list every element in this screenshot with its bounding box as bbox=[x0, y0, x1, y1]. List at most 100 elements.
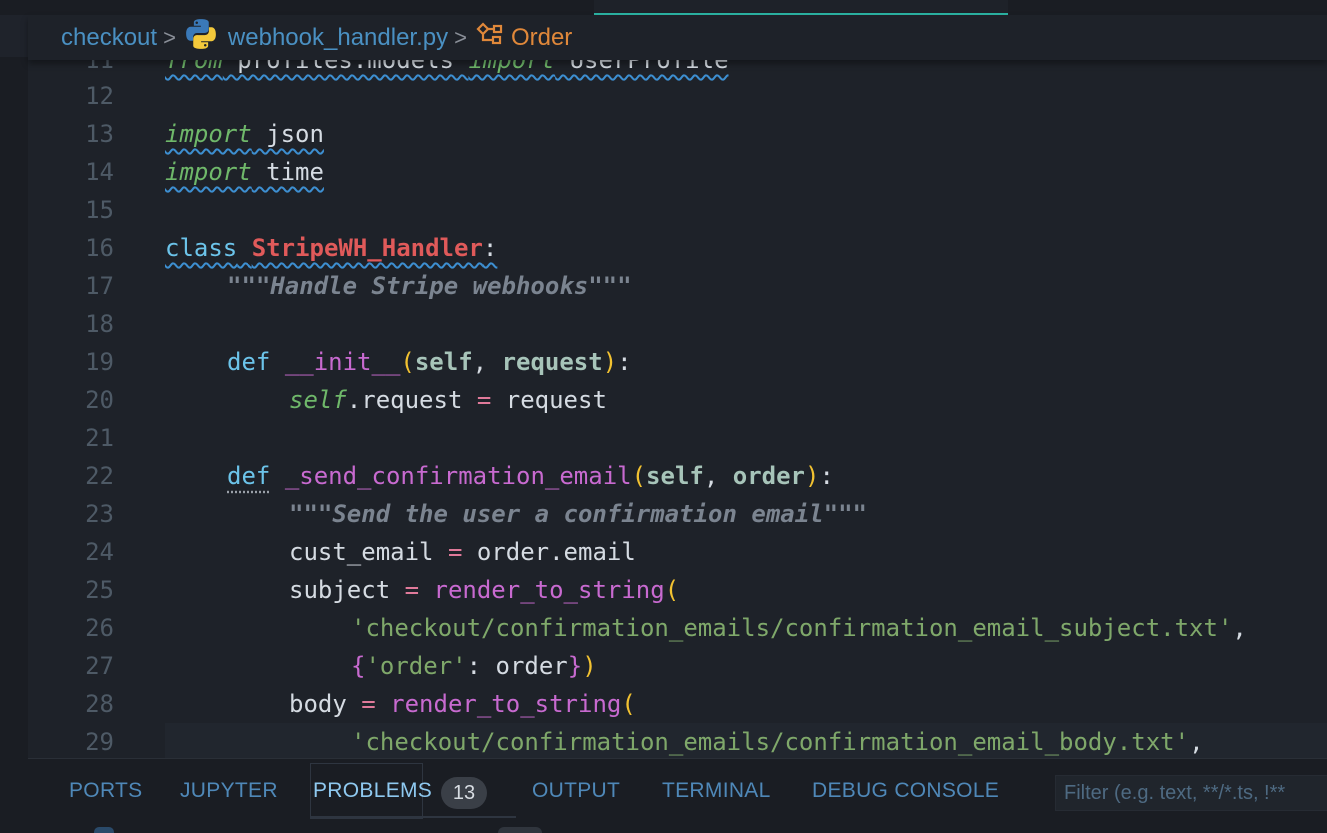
code-line: 13 import json bbox=[28, 115, 1327, 153]
code-text[interactable]: 'checkout/confirmation_emails/confirmati… bbox=[351, 723, 1204, 758]
tab-debug-console[interactable]: DEBUG CONSOLE bbox=[812, 779, 999, 803]
active-tab-underline bbox=[310, 816, 516, 818]
bottom-panel: PORTS JUPYTER PROBLEMS 13 OUTPUT TERMINA… bbox=[28, 758, 1327, 833]
comma: , bbox=[472, 348, 502, 376]
line-number: 12 bbox=[85, 82, 114, 110]
active-tab[interactable] bbox=[594, 0, 1008, 13]
line-number: 22 bbox=[85, 462, 114, 490]
variable: cust_email bbox=[289, 538, 448, 566]
line-number: 29 bbox=[85, 728, 114, 756]
code-line: 23 """Send the user a confirmation email… bbox=[28, 495, 1327, 533]
problems-filter-input[interactable]: Filter (e.g. text, **/*.ts, !** bbox=[1055, 775, 1327, 811]
panel-row-badge bbox=[498, 827, 542, 833]
line-number: 25 bbox=[85, 576, 114, 604]
paren: ( bbox=[631, 462, 647, 490]
keyword: def bbox=[227, 348, 271, 376]
code-text[interactable]: """Send the user a confirmation email""" bbox=[289, 495, 867, 533]
docstring: """Handle Stripe webhooks""" bbox=[227, 272, 632, 300]
code-text[interactable]: import json bbox=[165, 115, 324, 153]
operator: = bbox=[404, 576, 420, 604]
string-literal: 'checkout/confirmation_emails/confirmati… bbox=[351, 728, 1190, 756]
code-text[interactable]: def __init__(self, request): bbox=[227, 343, 632, 381]
paren: ( bbox=[664, 576, 680, 604]
code-text[interactable]: self.request = request bbox=[289, 381, 607, 419]
operator: = bbox=[476, 386, 492, 414]
code-text[interactable]: cust_email = order.email bbox=[289, 533, 636, 571]
code-line: 29 'checkout/confirmation_emails/confirm… bbox=[28, 723, 1327, 758]
module-name: json bbox=[251, 120, 324, 148]
line-number: 19 bbox=[85, 348, 114, 376]
code-line: 22 def _send_confirmation_email(self, or… bbox=[28, 457, 1327, 495]
tab-ports[interactable]: PORTS bbox=[69, 779, 142, 803]
dict-value: : order bbox=[466, 652, 568, 680]
code-text[interactable]: """Handle Stripe webhooks""" bbox=[227, 267, 632, 305]
breadcrumb-file[interactable]: webhook_handler.py bbox=[228, 24, 448, 52]
paren: ) bbox=[805, 462, 820, 490]
chevron-right-icon: > bbox=[163, 24, 176, 50]
code-line: 15 bbox=[28, 191, 1327, 229]
line-number: 21 bbox=[85, 424, 114, 452]
colon: : bbox=[819, 462, 834, 490]
brace: } bbox=[567, 652, 583, 680]
code-text[interactable]: subject = render_to_string( bbox=[289, 571, 679, 609]
line-number: 27 bbox=[85, 652, 114, 680]
line-number: 17 bbox=[85, 272, 114, 300]
parameter: self bbox=[646, 462, 704, 490]
class-symbol-icon bbox=[475, 19, 511, 56]
keyword: class bbox=[165, 234, 238, 262]
function-call: render_to_string bbox=[419, 576, 665, 604]
code-text[interactable]: class StripeWH_Handler: bbox=[165, 229, 497, 267]
code-text[interactable]: {'order': order}) bbox=[351, 647, 597, 685]
line-number: 18 bbox=[85, 310, 114, 338]
class-name: StripeWH_Handler bbox=[251, 234, 483, 262]
tab-jupyter[interactable]: JUPYTER bbox=[180, 779, 278, 803]
code-text[interactable]: body = render_to_string( bbox=[289, 685, 636, 723]
python-icon bbox=[184, 17, 228, 58]
breadcrumb-symbol[interactable]: Order bbox=[511, 24, 572, 52]
parameter: request bbox=[501, 348, 603, 376]
keyword: import bbox=[165, 158, 252, 186]
attribute: .request bbox=[346, 386, 477, 414]
self-keyword: self bbox=[289, 386, 347, 414]
function-name: _send_confirmation_email bbox=[284, 462, 632, 490]
code-text[interactable]: def _send_confirmation_email(self, order… bbox=[227, 457, 834, 495]
parameter: self bbox=[414, 348, 473, 376]
code-line: 16 class StripeWH_Handler: bbox=[28, 229, 1327, 267]
code-editor[interactable]: 11 from profiles.models import UserProfi… bbox=[28, 46, 1327, 758]
line-number: 16 bbox=[85, 234, 114, 262]
operator: = bbox=[447, 538, 463, 566]
breadcrumb-folder[interactable]: checkout bbox=[61, 24, 157, 52]
comma: , bbox=[1232, 614, 1247, 642]
operator: = bbox=[361, 690, 376, 718]
code-text[interactable]: import time bbox=[165, 153, 324, 191]
line-number: 24 bbox=[85, 538, 114, 566]
string-literal: 'checkout/confirmation_emails/confirmati… bbox=[351, 614, 1233, 642]
brace: { bbox=[351, 652, 366, 680]
keyword: def bbox=[227, 462, 271, 490]
code-line: 25 subject = render_to_string( bbox=[28, 571, 1327, 609]
line-number: 14 bbox=[85, 158, 114, 186]
value: request bbox=[491, 386, 607, 414]
code-text[interactable]: 'checkout/confirmation_emails/confirmati… bbox=[351, 609, 1247, 647]
code-line: 21 bbox=[28, 419, 1327, 457]
function-call: render_to_string bbox=[375, 690, 622, 718]
line-number: 26 bbox=[85, 614, 114, 642]
line-number: 15 bbox=[85, 196, 114, 224]
line-number: 20 bbox=[85, 386, 114, 414]
vscode-window: checkout > webhook_handler.py > Order 11… bbox=[0, 0, 1327, 833]
tab-output[interactable]: OUTPUT bbox=[532, 779, 620, 803]
paren: ) bbox=[582, 652, 597, 680]
paren: ( bbox=[400, 348, 415, 376]
editor-tab-bar bbox=[28, 0, 1327, 15]
code-line: 27 {'order': order}) bbox=[28, 647, 1327, 685]
colon: : bbox=[482, 234, 498, 262]
paren: ( bbox=[621, 690, 636, 718]
chevron-right-icon: > bbox=[454, 24, 467, 50]
tab-problems[interactable]: PROBLEMS bbox=[313, 779, 432, 803]
line-number: 28 bbox=[85, 690, 114, 718]
value: order.email bbox=[462, 538, 636, 566]
tab-terminal[interactable]: TERMINAL bbox=[662, 779, 771, 803]
code-line: 12 bbox=[28, 77, 1327, 115]
code-line: 14 import time bbox=[28, 153, 1327, 191]
